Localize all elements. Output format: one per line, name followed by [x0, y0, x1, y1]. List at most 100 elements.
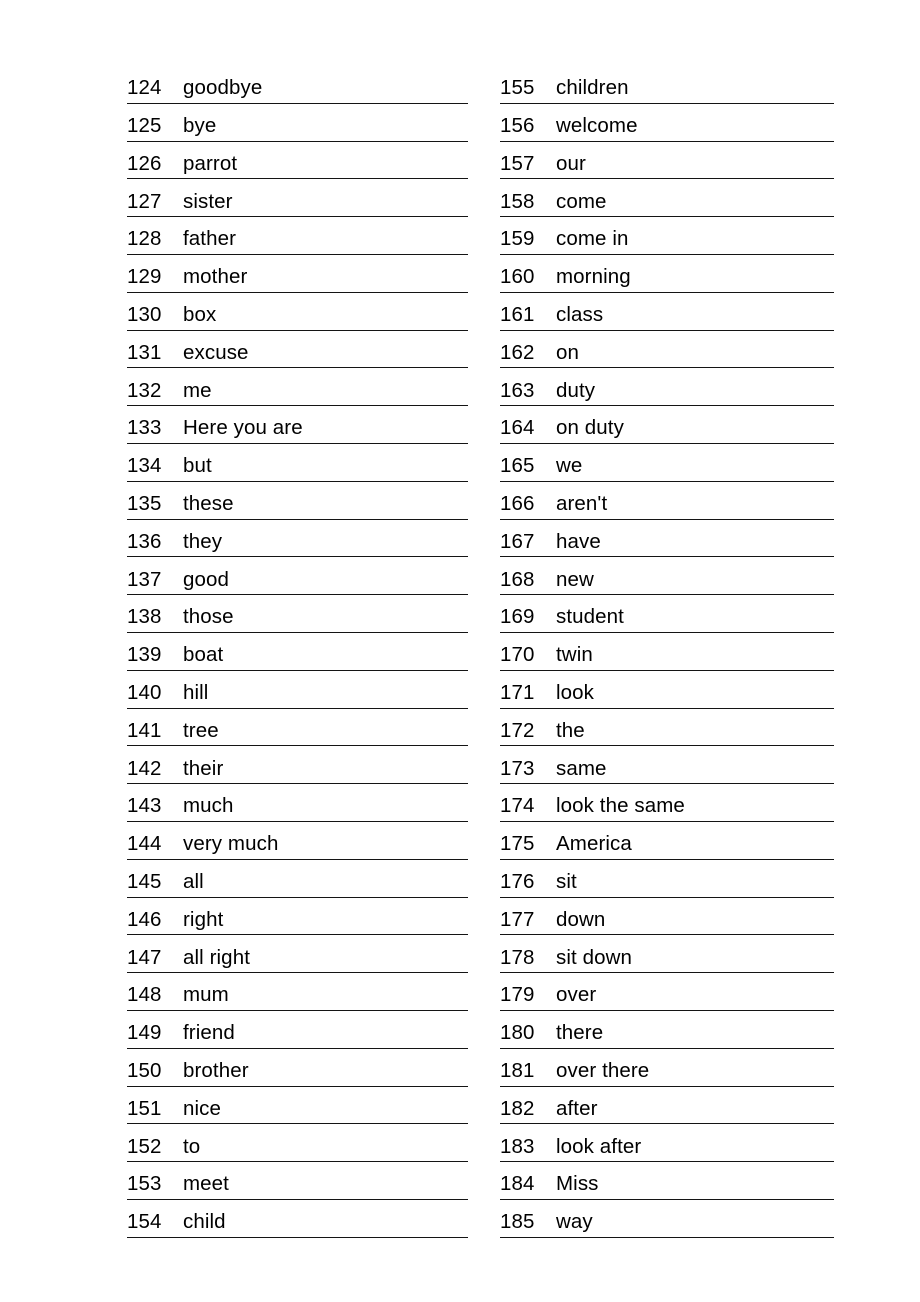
entry-number: 176 — [500, 870, 535, 894]
word-list-row: 136 they — [127, 520, 468, 558]
entry-number: 172 — [500, 718, 535, 742]
entry-number: 149 — [127, 1021, 162, 1045]
entry-word: box — [183, 303, 217, 327]
entry-number: 150 — [127, 1059, 162, 1083]
entry-word: much — [183, 794, 234, 818]
word-list-row: 170 twin — [500, 633, 834, 671]
word-list-row: 131 excuse — [127, 331, 468, 369]
entry-word: on duty — [556, 416, 624, 440]
word-list-row: 172 the — [500, 709, 834, 747]
word-list-row: 157 our — [500, 142, 834, 180]
word-list-row: 129 mother — [127, 255, 468, 293]
entry-word: tree — [183, 718, 219, 742]
entry-number: 159 — [500, 227, 535, 251]
entry-word: to — [183, 1134, 201, 1158]
entry-word: duty — [556, 378, 596, 402]
entry-number: 170 — [500, 643, 535, 667]
entry-word: they — [183, 529, 223, 553]
entry-number: 134 — [127, 454, 162, 478]
entry-word: our — [556, 151, 586, 175]
entry-word: mother — [183, 265, 248, 289]
entry-word: new — [556, 567, 594, 591]
entry-word: Miss — [556, 1172, 599, 1196]
word-list-row: 152 to — [127, 1124, 468, 1163]
entry-word: class — [556, 303, 604, 327]
entry-word: nice — [183, 1096, 222, 1120]
entry-number: 124 — [127, 76, 162, 100]
entry-number: 161 — [500, 303, 535, 327]
entry-number: 183 — [500, 1134, 535, 1158]
entry-word: same — [556, 756, 607, 780]
entry-number: 131 — [127, 340, 162, 364]
entry-word: bye — [183, 114, 217, 138]
word-list-row: 176 sit — [500, 860, 834, 898]
entry-word: excuse — [183, 340, 249, 364]
entry-number: 148 — [127, 983, 162, 1007]
entry-word: look after — [556, 1134, 642, 1158]
entry-number: 173 — [500, 756, 535, 780]
entry-word: welcome — [556, 114, 638, 138]
entry-number: 178 — [500, 945, 535, 969]
word-list-row: 134 but — [127, 444, 468, 482]
entry-number: 136 — [127, 529, 162, 553]
word-list-row: 159 come in — [500, 217, 834, 255]
word-list-row: 155 children — [500, 66, 834, 104]
entry-number: 171 — [500, 681, 535, 705]
entry-word: morning — [556, 265, 631, 289]
entry-number: 132 — [127, 378, 162, 402]
entry-word: mum — [183, 983, 229, 1007]
entry-word: their — [183, 756, 224, 780]
entry-word: right — [183, 907, 224, 931]
entry-word: have — [556, 529, 601, 553]
word-list-row: 162 on — [500, 331, 834, 369]
word-list-row: 147 all right — [127, 935, 468, 974]
entry-word: children — [556, 76, 629, 100]
entry-word: but — [183, 454, 212, 478]
entry-word: all — [183, 870, 204, 894]
entry-number: 180 — [500, 1021, 535, 1045]
word-list-row: 175 America — [500, 822, 834, 860]
entry-number: 184 — [500, 1172, 535, 1196]
word-list-row: 146 right — [127, 898, 468, 936]
entry-number: 139 — [127, 643, 162, 667]
right-column: 155 children 156 welcome 157 our 158 come 159 com… — [500, 66, 834, 1238]
entry-number: 152 — [127, 1134, 162, 1158]
entry-number: 143 — [127, 794, 162, 818]
entry-word: over — [556, 983, 597, 1007]
entry-number: 127 — [127, 189, 162, 213]
word-list-row: 140 hill — [127, 671, 468, 709]
word-list-row: 150 brother — [127, 1049, 468, 1087]
word-list-row: 137 good — [127, 557, 468, 596]
entry-number: 151 — [127, 1096, 162, 1120]
word-list-row: 183 look after — [500, 1124, 834, 1163]
entry-number: 169 — [500, 605, 535, 629]
word-list-row: 139 boat — [127, 633, 468, 671]
entry-word: parrot — [183, 151, 238, 175]
entry-word: over there — [556, 1059, 650, 1083]
word-list-row: 168 new — [500, 557, 834, 596]
entry-word: look the same — [556, 794, 685, 818]
word-list-row: 156 welcome — [500, 104, 834, 142]
entry-number: 168 — [500, 567, 535, 591]
word-list-row: 133 Here you are — [127, 406, 468, 444]
entry-number: 144 — [127, 832, 162, 856]
word-list-row: 184 Miss — [500, 1162, 834, 1200]
entry-number: 160 — [500, 265, 535, 289]
word-list-row: 153 meet — [127, 1162, 468, 1200]
word-list-row: 178 sit down — [500, 935, 834, 974]
word-list-row: 126 parrot — [127, 142, 468, 180]
word-list-columns: 124 goodbye 125 bye 126 parrot 127 sister 128 fat… — [0, 0, 920, 1302]
entry-word: me — [183, 378, 212, 402]
entry-number: 153 — [127, 1172, 162, 1196]
entry-word: look — [556, 681, 595, 705]
word-list-row: 166 aren't — [500, 482, 834, 520]
entry-number: 182 — [500, 1096, 535, 1120]
entry-word: student — [556, 605, 624, 629]
entry-number: 185 — [500, 1210, 535, 1234]
entry-number: 162 — [500, 340, 535, 364]
entry-number: 138 — [127, 605, 162, 629]
entry-number: 158 — [500, 189, 535, 213]
word-list-row: 158 come — [500, 179, 834, 218]
entry-number: 179 — [500, 983, 535, 1007]
entry-number: 175 — [500, 832, 535, 856]
